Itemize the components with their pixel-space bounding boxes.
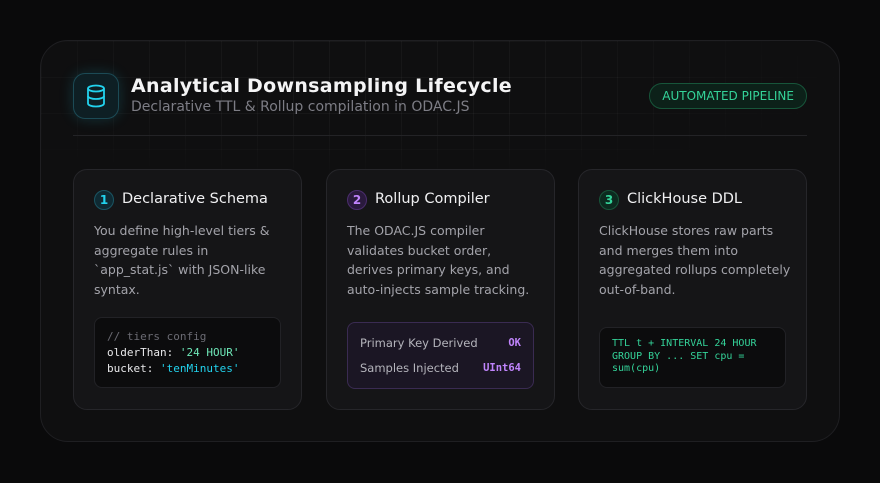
database-icon — [73, 73, 119, 119]
card-title: Rollup Compiler — [375, 191, 490, 207]
header-divider — [73, 135, 807, 136]
status-row: Primary Key Derived OK — [360, 335, 521, 351]
compiler-status-box: Primary Key Derived OK Samples Injected … — [347, 322, 534, 389]
code-snippet: // tiers config olderThan: '24 HOUR' buc… — [94, 317, 281, 388]
step-card-clickhouse-ddl: 3 ClickHouse DDL ClickHouse stores raw p… — [578, 169, 807, 410]
ddl-snippet: TTL t + INTERVAL 24 HOUR GROUP BY ... SE… — [599, 327, 786, 388]
card-description: You define high-level tiers & aggregate … — [94, 223, 270, 297]
code-comment: // tiers config — [107, 330, 207, 343]
status-label: Primary Key Derived — [360, 336, 478, 350]
step-number-badge: 2 — [347, 190, 367, 210]
page-subtitle: Declarative TTL & Rollup compilation in … — [131, 99, 470, 115]
code-key: olderThan: — [107, 346, 180, 359]
status-badge: AUTOMATED PIPELINE — [649, 83, 807, 109]
code-value: 'tenMinutes' — [159, 362, 240, 375]
step-card-declarative-schema: 1 Declarative Schema You define high-lev… — [73, 169, 302, 410]
step-number-badge: 1 — [94, 190, 114, 210]
status-value: UInt64 — [483, 362, 521, 374]
status-row: Samples Injected UInt64 — [360, 360, 521, 376]
step-card-rollup-compiler: 2 Rollup Compiler The ODAC.JS compiler v… — [326, 169, 555, 410]
card-description: The ODAC.JS compiler validates bucket or… — [347, 223, 530, 297]
lifecycle-panel: Analytical Downsampling Lifecycle Declar… — [40, 40, 840, 442]
code-key: bucket: — [107, 362, 160, 375]
page-title: Analytical Downsampling Lifecycle — [131, 75, 512, 97]
step-number-badge: 3 — [599, 190, 619, 210]
card-title: Declarative Schema — [122, 191, 268, 207]
status-label: Samples Injected — [360, 361, 459, 375]
status-value: OK — [508, 337, 521, 349]
code-value: '24 HOUR' — [179, 346, 240, 359]
card-description: ClickHouse stores raw parts and merges t… — [599, 223, 791, 297]
card-title: ClickHouse DDL — [627, 191, 743, 207]
